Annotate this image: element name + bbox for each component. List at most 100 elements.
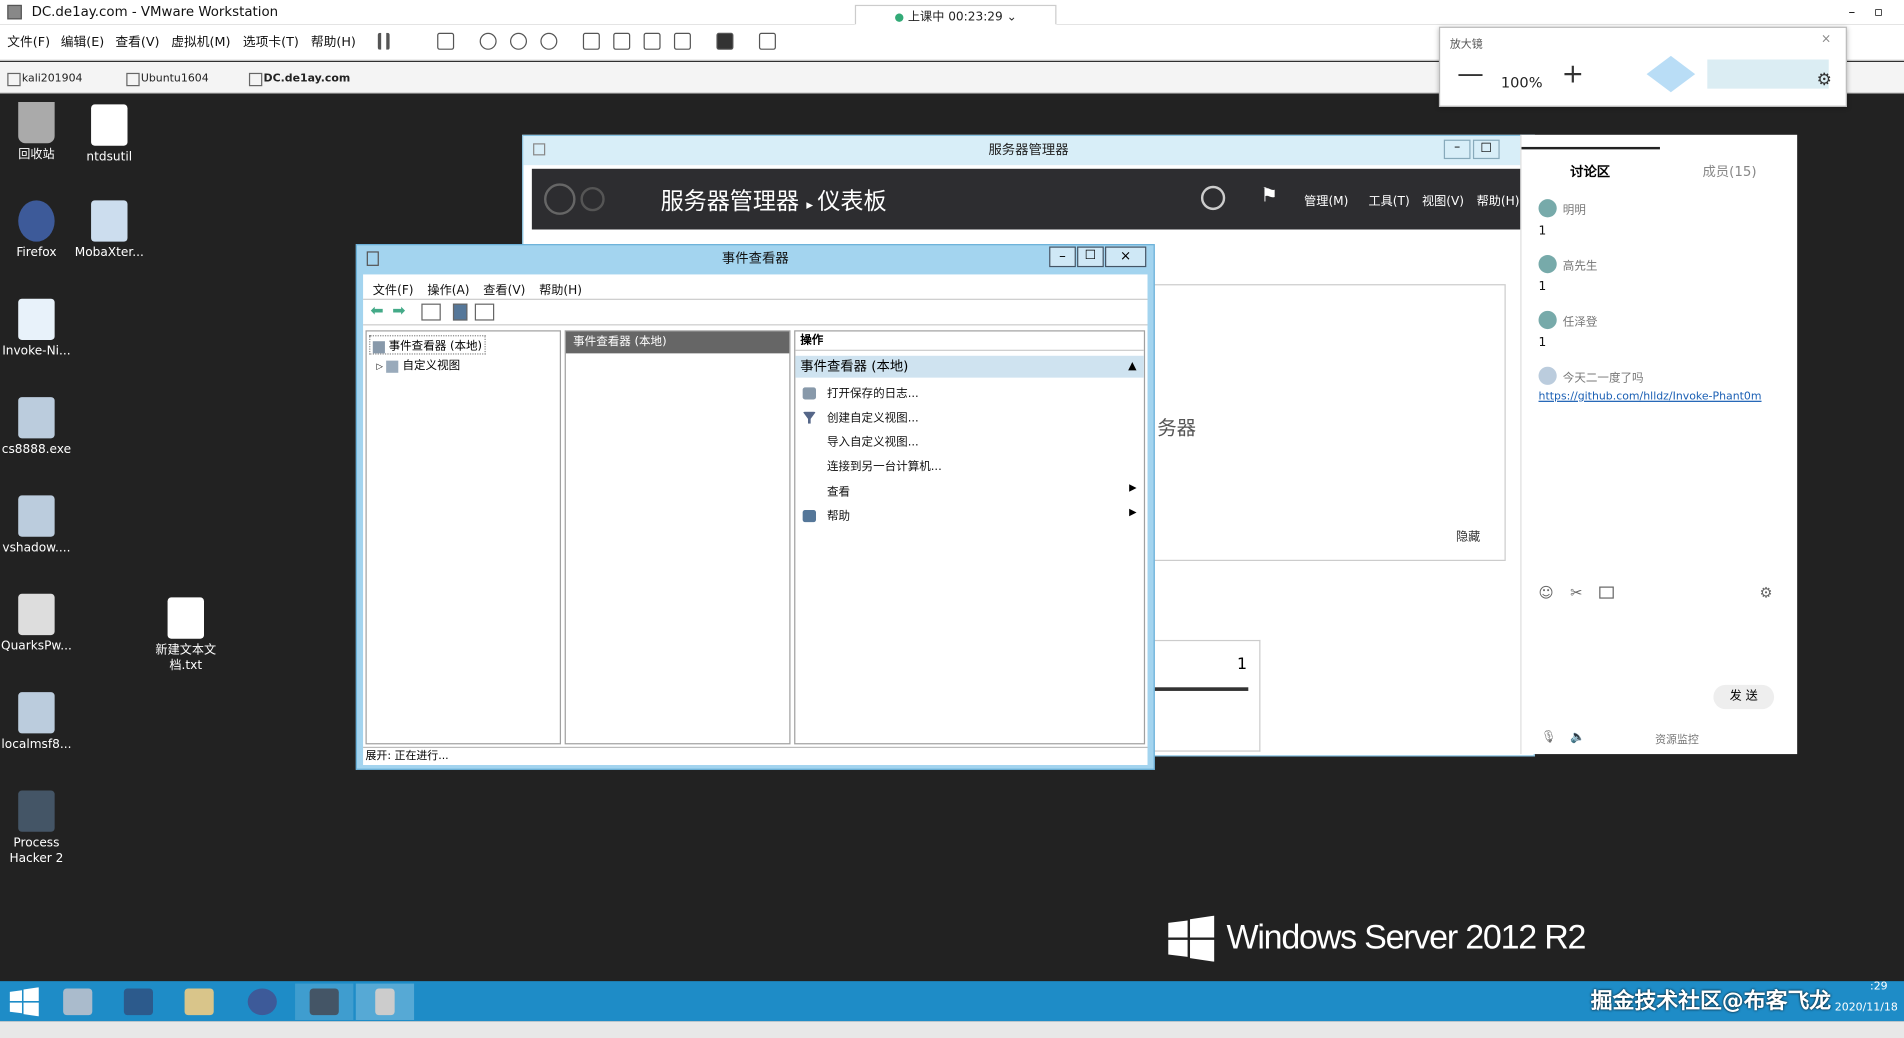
ev-minimize-button[interactable]: –	[1049, 246, 1076, 268]
unity-icon[interactable]	[673, 32, 691, 50]
taskbar-firefox[interactable]	[233, 984, 291, 1020]
process-hacker-icon	[309, 988, 339, 1016]
settings-gear-icon[interactable]: ⚙	[1817, 70, 1832, 89]
menu-view[interactable]: 查看(V)	[115, 33, 159, 51]
taskbar-event-viewer[interactable]	[355, 983, 415, 1021]
clock-date[interactable]: 2020/11/18	[1835, 1002, 1898, 1014]
taskbar-server-manager[interactable]	[49, 984, 107, 1020]
emoji-icon[interactable]: ☺	[1539, 584, 1554, 601]
desktop-icon-ntdsutil[interactable]: ntdsutil	[73, 104, 146, 165]
desktop-icon-recycle-bin[interactable]: 回收站	[0, 102, 73, 163]
event-viewer-title: 事件查看器	[721, 250, 789, 266]
forward-arrow-icon[interactable]: ➡	[392, 302, 405, 320]
send-keys-icon[interactable]	[437, 32, 455, 50]
image-icon[interactable]	[1599, 586, 1614, 599]
action-open-saved-log[interactable]: 打开保存的日志...	[827, 384, 919, 400]
menu-vm[interactable]: 虚拟机(M)	[171, 33, 230, 51]
menu-edit[interactable]: 编辑(E)	[61, 33, 105, 51]
pause-icon[interactable]	[377, 32, 390, 50]
action-connect-computer[interactable]: 连接到另一台计算机...	[827, 457, 942, 473]
taskbar-process-hacker[interactable]	[295, 983, 354, 1021]
notifications-flag-icon[interactable]: ⚑	[1260, 183, 1277, 206]
ev-actions-pane: 操作 事件查看器 (本地) ▲ 打开保存的日志... 创建自定义视图... 导入…	[794, 330, 1146, 745]
maximize-button[interactable]: ▫	[1866, 0, 1890, 24]
mic-icon[interactable]: 🎙	[1541, 731, 1556, 744]
ev-maximize-button[interactable]: □	[1077, 246, 1104, 268]
taskbar-explorer[interactable]	[170, 984, 228, 1020]
file-icon	[91, 104, 128, 146]
tree-root-node[interactable]: 事件查看器 (本地)	[369, 335, 486, 355]
expand-arrow-icon[interactable]: ▷	[376, 362, 383, 372]
breadcrumb-separator-icon: ▸	[806, 196, 818, 213]
desktop-icon-mobaxterm[interactable]: MobaXter...	[73, 200, 146, 261]
scissors-icon[interactable]: ✂	[1570, 584, 1582, 601]
fullscreen-icon[interactable]	[643, 32, 661, 50]
desktop-icon-cs8888[interactable]: cs8888.exe	[0, 397, 73, 458]
roles-tile[interactable]: 1	[1151, 639, 1261, 752]
tab-members[interactable]: 成员(15)	[1702, 162, 1756, 181]
console-icon[interactable]	[716, 32, 734, 50]
back-arrow-icon[interactable]: ⬅	[370, 302, 383, 320]
desktop-icon-vshadow[interactable]: vshadow....	[0, 495, 73, 556]
magnifier-close-icon[interactable]: ×	[1821, 33, 1831, 46]
menu-sm-view[interactable]: 视图(V)	[1422, 191, 1464, 209]
action-import-custom-view[interactable]: 导入自定义视图...	[827, 432, 919, 449]
chat-panel: 讨论区 成员(15) 明明 1 高先生 1 任泽登 1 今天二一度了吗 http…	[1520, 134, 1798, 755]
zoom-in-button[interactable]: +	[1562, 61, 1584, 88]
forward-icon[interactable]	[580, 187, 605, 212]
menu-file[interactable]: 文件(F)	[7, 33, 50, 51]
tab-ubuntu[interactable]: Ubuntu1604	[124, 68, 209, 90]
tab-discussion[interactable]: 讨论区	[1570, 162, 1610, 181]
tree-custom-views-node[interactable]: ▷ 自定义视图	[376, 356, 460, 372]
taskbar-powershell[interactable]	[109, 984, 167, 1020]
desktop-icon-new-text[interactable]: 新建文本文档.txt	[149, 597, 222, 674]
back-icon[interactable]	[544, 183, 576, 215]
sm-minimize-button[interactable]: –	[1443, 139, 1471, 160]
stretch-icon[interactable]	[758, 32, 776, 50]
menu-sm-help[interactable]: 帮助(H)	[1477, 191, 1520, 209]
send-button[interactable]: 发 送	[1713, 684, 1775, 710]
magnifier-window: 放大镜 × — 100% + ⚙	[1438, 26, 1847, 107]
snapshot-manager-icon[interactable]	[540, 32, 558, 50]
ev-menu-view[interactable]: 查看(V)	[483, 279, 525, 297]
clock-time[interactable]: :29	[1870, 981, 1888, 993]
sm-maximize-button[interactable]: □	[1472, 139, 1500, 160]
action-create-custom-view[interactable]: 创建自定义视图...	[827, 408, 919, 425]
library-icon[interactable]	[582, 32, 600, 50]
show-tree-icon[interactable]	[421, 303, 441, 321]
ev-menu-file[interactable]: 文件(F)	[373, 279, 414, 297]
ev-menu-action[interactable]: 操作(A)	[427, 279, 469, 297]
message-link[interactable]: https://github.com/hlldz/Invoke-Phant0m	[1539, 391, 1762, 403]
minimize-button[interactable]: –	[1840, 0, 1864, 24]
desktop-icon-quarkspw[interactable]: QuarksPw...	[0, 593, 73, 655]
desktop-icon-invoke[interactable]: Invoke-Ni...	[0, 298, 73, 360]
refresh-icon[interactable]	[1200, 185, 1226, 211]
action-help[interactable]: 帮助	[827, 506, 850, 523]
settings-icon[interactable]: ⚙	[1760, 584, 1773, 601]
show-action-pane-icon[interactable]	[474, 303, 495, 321]
collapse-icon[interactable]: ▲	[1128, 356, 1136, 378]
tab-kali[interactable]: kali201904	[5, 68, 82, 90]
help-book-icon[interactable]	[452, 303, 468, 321]
snapshot-icon[interactable]	[479, 32, 497, 50]
tab-dc[interactable]: DC.de1ay.com	[247, 68, 350, 90]
thumbnail-icon[interactable]	[613, 32, 631, 50]
ev-close-button[interactable]: ×	[1105, 246, 1147, 268]
breadcrumb-root[interactable]: 服务器管理器	[661, 188, 799, 215]
actions-section-header[interactable]: 事件查看器 (本地) ▲	[795, 355, 1144, 378]
ev-menu-help[interactable]: 帮助(H)	[539, 279, 582, 297]
menu-help[interactable]: 帮助(H)	[311, 33, 356, 51]
tile-divider	[1151, 687, 1249, 691]
desktop-icon-localmsf[interactable]: localmsf8...	[0, 692, 73, 753]
desktop-icon-firefox[interactable]: Firefox	[0, 200, 73, 261]
menu-tools[interactable]: 工具(T)	[1369, 191, 1410, 209]
revert-snapshot-icon[interactable]	[510, 32, 528, 50]
action-view[interactable]: 查看	[827, 482, 850, 499]
menu-tabs[interactable]: 选项卡(T)	[243, 33, 299, 51]
zoom-out-button[interactable]: —	[1457, 61, 1484, 88]
menu-manage[interactable]: 管理(M)	[1304, 191, 1348, 209]
hide-link[interactable]: 隐藏	[1456, 526, 1480, 544]
resource-monitor-label[interactable]: 资源监控	[1655, 731, 1699, 747]
speaker-icon[interactable]: 🔈	[1570, 731, 1585, 744]
desktop-icon-process-hacker[interactable]: Process Hacker 2	[0, 790, 73, 868]
